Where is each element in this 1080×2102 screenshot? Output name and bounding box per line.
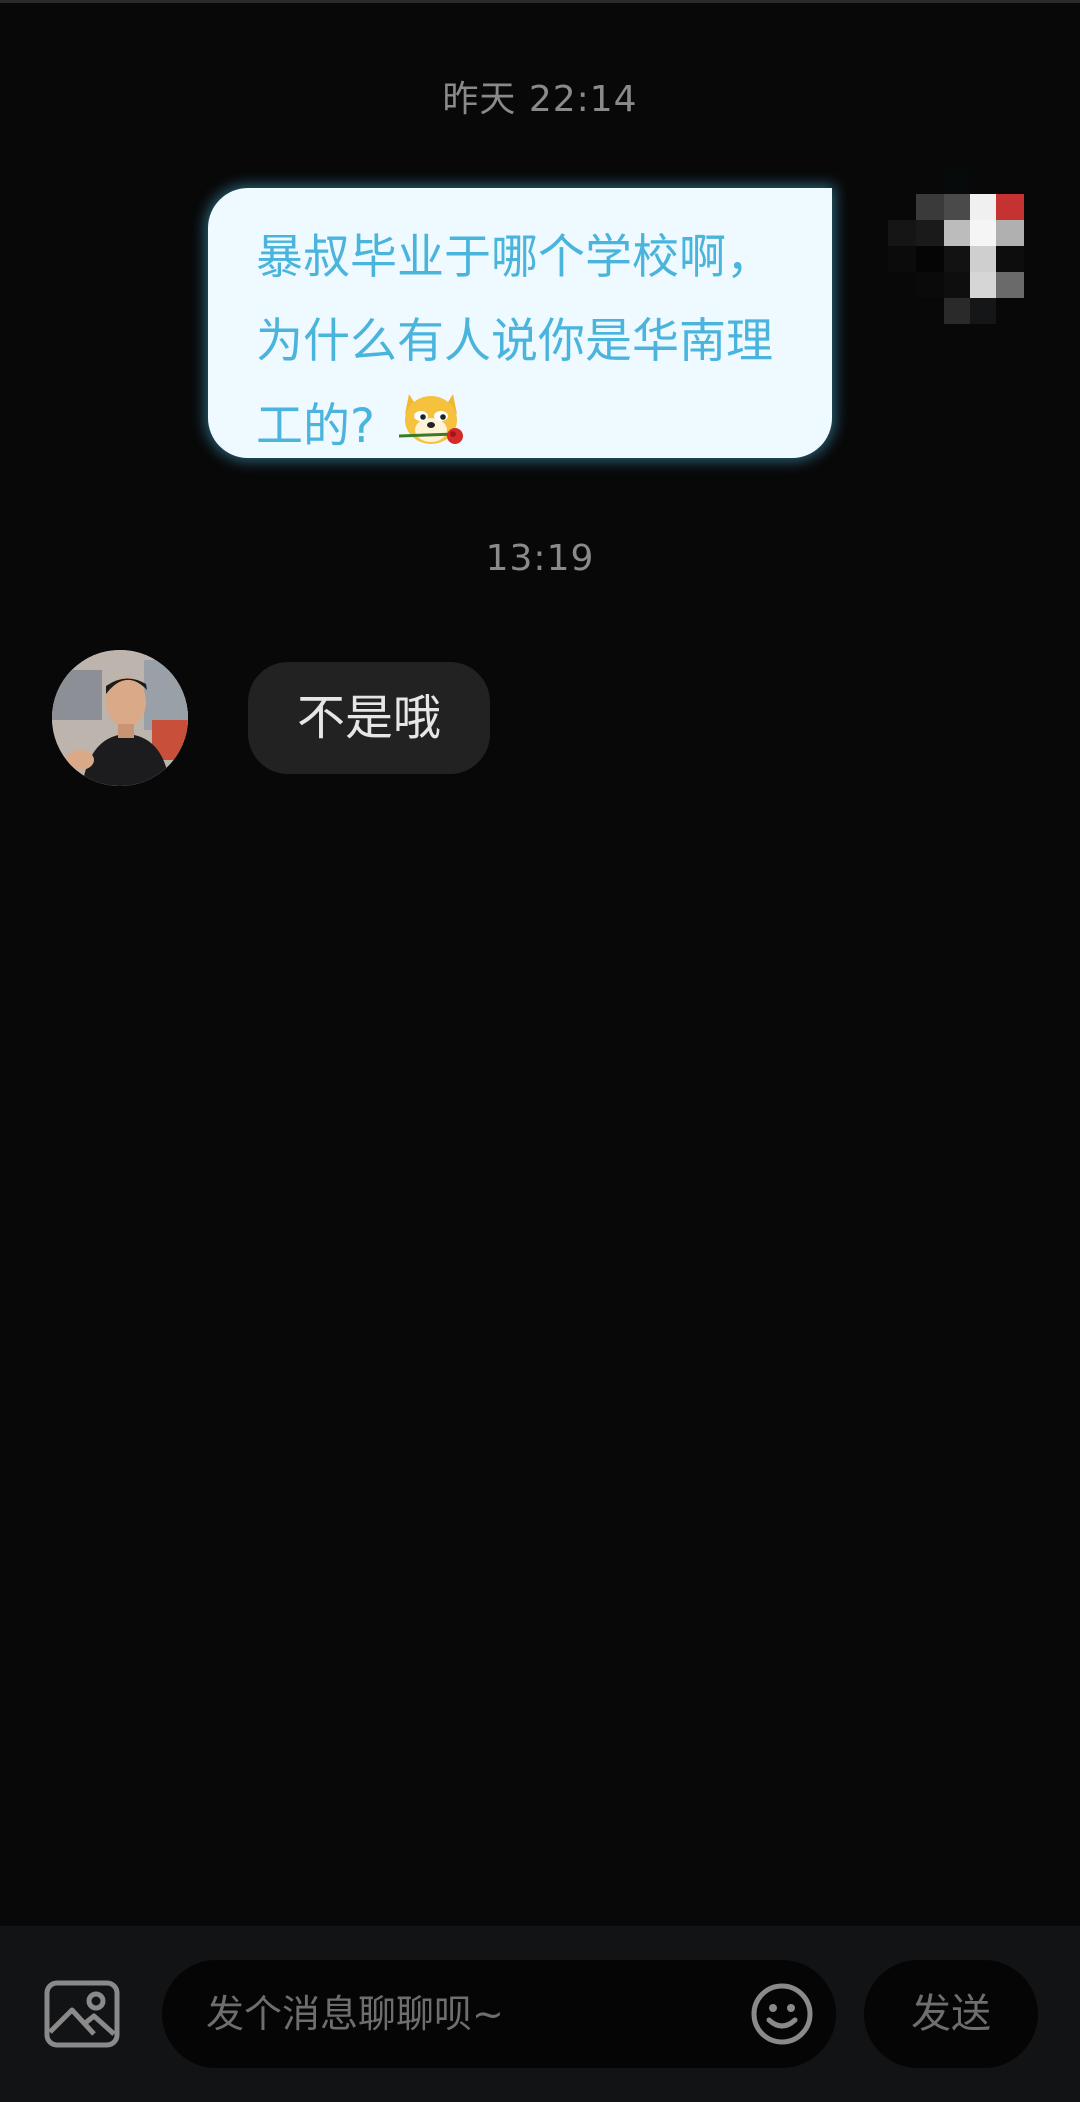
- my-avatar[interactable]: [888, 168, 1024, 328]
- image-icon[interactable]: [44, 1980, 120, 2048]
- status-divider: [0, 0, 1080, 3]
- send-button[interactable]: 发送: [864, 1960, 1038, 2068]
- smiley-icon[interactable]: [750, 1982, 814, 2046]
- message-timestamp: 昨天 22:14: [442, 79, 638, 120]
- message-input[interactable]: 发个消息聊聊呗~: [162, 1960, 836, 2068]
- message-input-placeholder: 发个消息聊聊呗~: [206, 1992, 504, 2036]
- incoming-message-bubble[interactable]: 不是哦: [248, 662, 490, 774]
- incoming-message-text: 不是哦: [296, 690, 441, 746]
- message-timestamp: 13:19: [485, 538, 595, 579]
- outgoing-message-text: 暴叔毕业于哪个学校啊，为什么有人说你是华南理工的?: [256, 230, 773, 454]
- message-input-bar: 发个消息聊聊呗~ 发送: [0, 1926, 1080, 2102]
- outgoing-message-bubble[interactable]: 暴叔毕业于哪个学校啊，为什么有人说你是华南理工的?: [208, 188, 832, 458]
- contact-avatar[interactable]: [52, 650, 188, 786]
- dog-with-rose-emoji-icon: [395, 384, 467, 456]
